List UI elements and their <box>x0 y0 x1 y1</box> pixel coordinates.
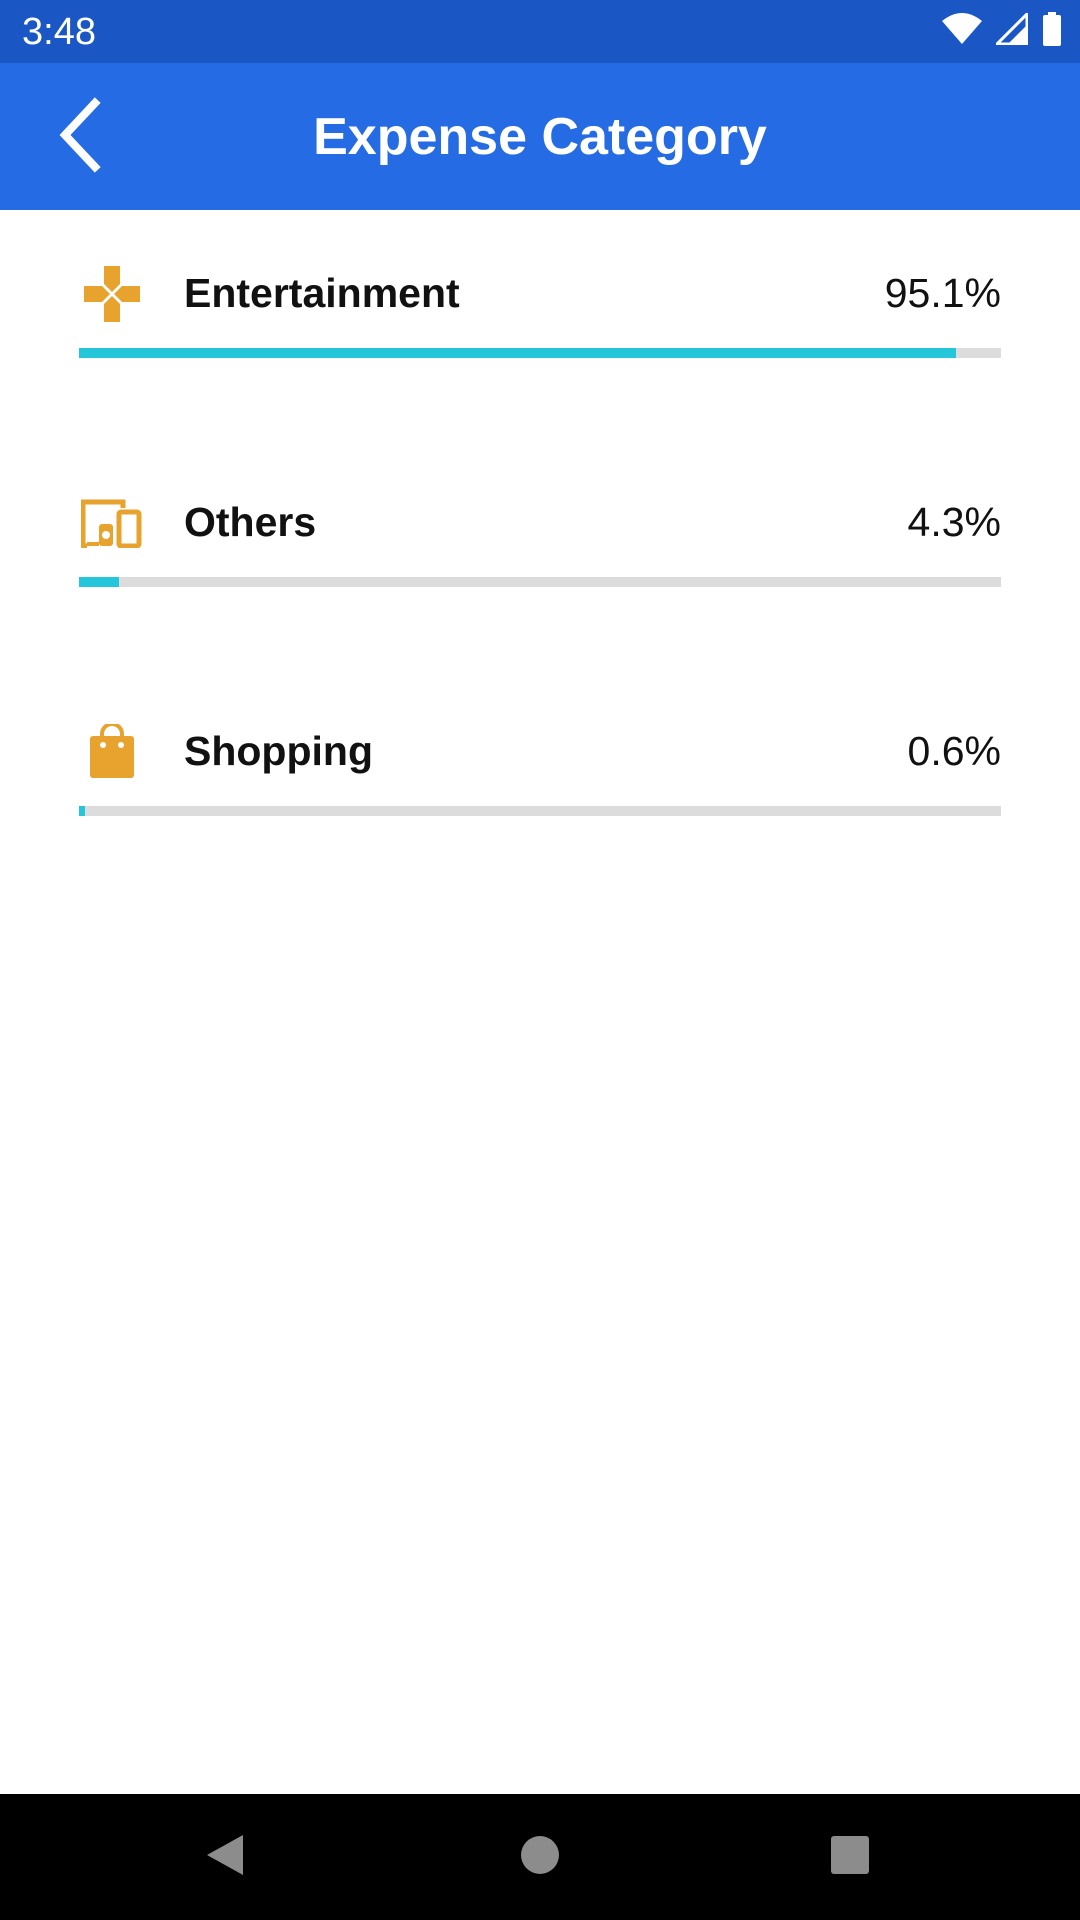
nav-recents-button[interactable] <box>815 1822 885 1892</box>
wifi-icon <box>942 12 982 50</box>
signal-icon <box>993 9 1029 50</box>
shopping-bag-icon <box>79 719 145 785</box>
status-bar: 3:48 <box>0 0 1080 63</box>
devices-icon <box>79 490 145 556</box>
category-label: Entertainment <box>184 270 460 316</box>
category-row-shopping[interactable]: Shopping 0.6% <box>0 668 1080 897</box>
category-percent: 95.1% <box>884 270 1001 316</box>
system-nav-bar <box>0 1794 1080 1920</box>
home-circle-icon <box>518 1833 562 1882</box>
progress-track <box>79 806 1001 816</box>
battery-icon <box>1042 11 1062 51</box>
status-icons <box>942 9 1062 51</box>
nav-back-button[interactable] <box>190 1822 260 1892</box>
progress-fill <box>79 806 85 816</box>
recents-square-icon <box>829 1834 871 1881</box>
category-row-others[interactable]: Others 4.3% <box>0 439 1080 668</box>
progress-fill <box>79 348 956 358</box>
status-time: 3:48 <box>22 11 96 53</box>
app-bar: Expense Category <box>0 63 1080 210</box>
gamepad-icon <box>79 261 145 327</box>
progress-track <box>79 577 1001 587</box>
progress-track <box>79 348 1001 358</box>
category-label: Shopping <box>184 728 374 774</box>
back-triangle-icon <box>203 1831 247 1884</box>
nav-home-button[interactable] <box>505 1822 575 1892</box>
category-percent: 0.6% <box>907 728 1001 774</box>
page-title: Expense Category <box>313 108 767 166</box>
category-row-entertainment[interactable]: Entertainment 95.1% <box>0 210 1080 439</box>
category-percent: 4.3% <box>907 499 1001 545</box>
category-label: Others <box>184 499 317 545</box>
progress-fill <box>79 577 119 587</box>
